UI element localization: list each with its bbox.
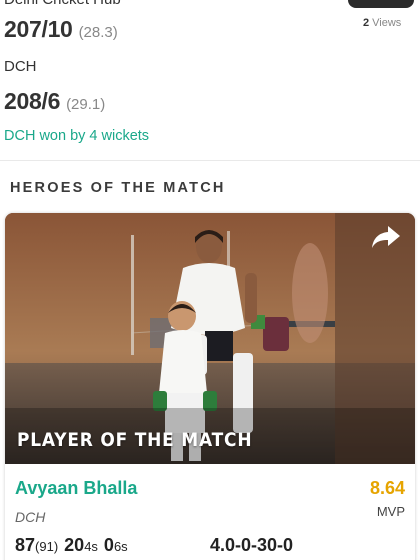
batting-fours-suffix: 4s: [84, 539, 98, 554]
mvp-label: MVP: [376, 504, 405, 519]
share-icon[interactable]: [371, 224, 401, 250]
team2-overs: (29.1): [66, 96, 106, 113]
batting-sixes: 0: [103, 535, 114, 555]
batting-stats: 87 (91) 20 4s 0 6s: [15, 535, 128, 556]
player-photo-illustration: [5, 213, 415, 464]
section-divider: [0, 160, 420, 161]
match-result: DCH won by 4 wickets: [4, 128, 150, 144]
team1-overs: (28.3): [78, 24, 118, 41]
views-count: 2 Views: [363, 17, 401, 29]
views-number: 2: [363, 17, 370, 29]
team2-score: 208/6 (29.1): [4, 88, 105, 115]
batting-sixes-suffix: 6s: [113, 539, 128, 554]
top-action-button[interactable]: [348, 0, 414, 8]
batting-runs: 87: [15, 535, 36, 555]
team1-runs: 207/10: [4, 16, 73, 42]
player-of-match-card[interactable]: PLAYER OF THE MATCH Avyaan Bhalla DCH 8.…: [5, 213, 415, 560]
team1-score: 207/10 (28.3): [4, 16, 118, 43]
player-team: DCH: [15, 509, 46, 525]
batting-fours: 20: [64, 535, 85, 555]
team1-name: Delhi Cricket Hub: [4, 0, 121, 8]
batting-balls: (91): [35, 539, 59, 554]
mvp-rating: 8.64: [369, 478, 405, 498]
team2-name: DCH: [4, 58, 37, 75]
heroes-section-title: HEROES OF THE MATCH: [10, 180, 226, 196]
player-photo: PLAYER OF THE MATCH: [5, 213, 415, 464]
bowling-stats: 4.0-0-30-0: [210, 535, 294, 555]
player-name[interactable]: Avyaan Bhalla: [15, 478, 137, 499]
views-label: Views: [372, 17, 402, 29]
team2-runs: 208/6: [4, 88, 61, 114]
player-of-the-match-label: PLAYER OF THE MATCH: [17, 429, 253, 452]
match-summary-screen: Delhi Cricket Hub 2Views 207/10 (28.3) D…: [0, 0, 420, 560]
